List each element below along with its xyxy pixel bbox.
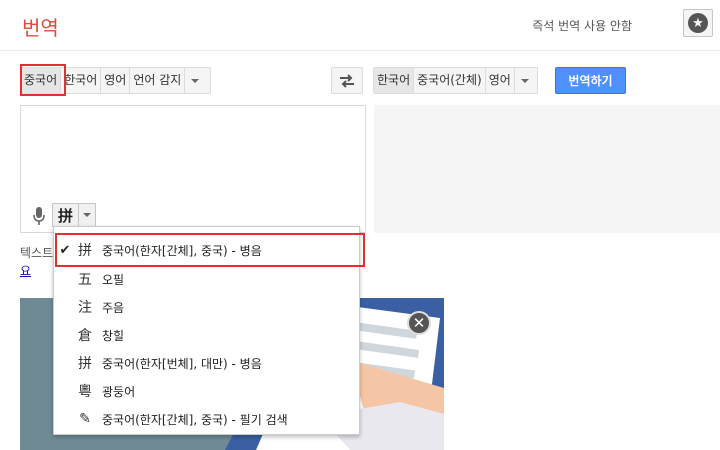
target-lang-korean[interactable]: 한국어 (374, 68, 415, 93)
target-lang-dropdown[interactable] (513, 68, 535, 93)
translate-button[interactable]: 번역하기 (555, 67, 626, 94)
target-language-bar: 한국어 중국어(간체) 영어 (373, 67, 538, 94)
source-lang-korean[interactable]: 한국어 (61, 68, 102, 93)
menu-item-label: 중국어(한자[번체], 대만) - 병음 (102, 356, 262, 371)
starred-button[interactable]: ★ (683, 9, 713, 37)
translation-output (374, 105, 720, 233)
source-lang-english[interactable]: 영어 (101, 68, 131, 93)
pinyin-icon: 拼 (57, 206, 73, 225)
zhuyin-icon: 注 (78, 300, 92, 316)
menu-item-label: 중국어(한자[간체], 중국) - 필기 검색 (102, 412, 288, 427)
target-lang-chinese-simplified[interactable]: 중국어(간체) (414, 68, 486, 93)
menu-item-zhuyin[interactable]: 注 주음 (54, 293, 359, 321)
menu-item-label: 창힐 (102, 328, 125, 343)
source-lang-dropdown[interactable] (184, 68, 205, 93)
menu-item-cantonese[interactable]: 粵 광둥어 (54, 377, 359, 405)
menu-item-cangjie[interactable]: 倉 창힐 (54, 321, 359, 349)
cangjie-icon: 倉 (78, 328, 92, 344)
swap-languages-button[interactable] (331, 67, 363, 94)
cantonese-icon: 粵 (78, 384, 92, 400)
swap-icon (340, 73, 354, 88)
target-lang-english[interactable]: 영어 (486, 68, 514, 93)
menu-item-label: 광둥어 (102, 384, 136, 399)
source-lang-detect[interactable]: 언어 감지 (130, 68, 184, 93)
pencil-icon: ✎ (79, 411, 91, 427)
chevron-down-icon (83, 213, 91, 217)
helper-text: 텍스트 (20, 246, 54, 260)
menu-item-label: 주음 (102, 300, 125, 315)
menu-item-wubi[interactable]: 五 오필 (54, 265, 359, 293)
menu-item-handwriting[interactable]: ✎ 중국어(한자[간체], 중국) - 필기 검색 (54, 405, 359, 433)
chevron-down-icon (520, 78, 529, 83)
header-divider (0, 50, 720, 51)
input-tool-dropdown[interactable] (78, 204, 95, 226)
source-lang-highlight (20, 64, 66, 96)
page-title: 번역 (22, 16, 59, 40)
menu-item-label: 오필 (102, 272, 125, 287)
input-tool-button[interactable]: 拼 (52, 203, 96, 227)
chevron-down-icon (191, 78, 200, 83)
close-icon[interactable]: ✕ (407, 311, 431, 335)
menu-selection-highlight (55, 233, 365, 267)
instant-translate-toggle[interactable]: 즉석 번역 사용 안함 (532, 17, 632, 34)
pinyin-icon: 拼 (78, 356, 92, 372)
star-icon: ★ (688, 13, 708, 33)
helper-link[interactable]: 요 (20, 262, 31, 279)
menu-item-pinyin-traditional[interactable]: 拼 중국어(한자[번체], 대만) - 병음 (54, 349, 359, 377)
microphone-icon[interactable] (33, 207, 45, 225)
wubi-icon: 五 (78, 272, 92, 288)
